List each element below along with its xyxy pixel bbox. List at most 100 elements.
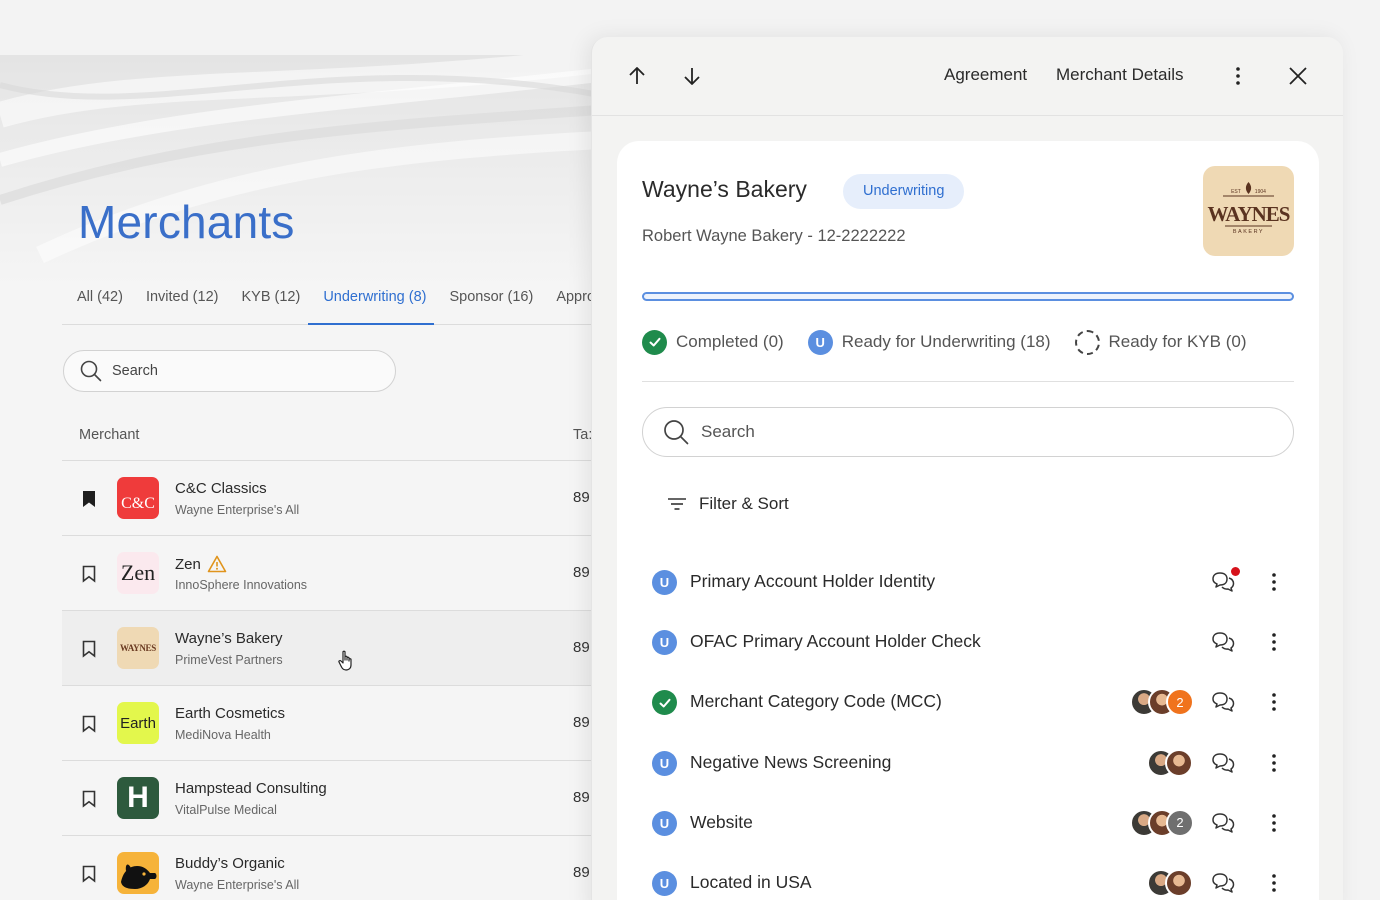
table-row[interactable]: C&C C&C Classics Wayne Enterprise's All … <box>62 461 600 536</box>
merchant-partner: Wayne Enterprise's All <box>175 503 300 517</box>
tax-id: 89 <box>573 489 590 506</box>
list-item[interactable]: Merchant Category Code (MCC) 2 <box>642 672 1294 732</box>
merchant-title: Wayne’s Bakery <box>642 176 807 202</box>
search-placeholder: Search <box>701 422 755 441</box>
status-ready-underwriting[interactable]: U Ready for Underwriting (18) <box>807 329 1051 355</box>
bookmark-icon[interactable] <box>81 790 97 808</box>
more-vertical-icon[interactable] <box>1262 811 1286 835</box>
tax-id: 89 <box>573 789 590 806</box>
bookmark-icon[interactable] <box>81 640 97 658</box>
table-header: Merchant Ta: <box>62 415 600 461</box>
check-circle-icon <box>642 329 667 355</box>
merchant-search-input[interactable]: Search <box>63 350 396 392</box>
check-label: Merchant Category Code (MCC) <box>690 691 942 712</box>
bookmark-icon[interactable] <box>81 865 97 883</box>
search-icon <box>664 420 689 445</box>
merchant-detail-drawer: Agreement Merchant Details Wayne’s Baker… <box>591 37 1343 900</box>
assignee-avatars[interactable]: 2 <box>1130 808 1194 839</box>
assignee-avatars[interactable] <box>1147 748 1193 779</box>
bookmark-icon[interactable] <box>81 715 97 733</box>
tab-invited[interactable]: Invited (12) <box>131 281 227 325</box>
check-label: OFAC Primary Account Holder Check <box>690 631 981 652</box>
more-vertical-icon[interactable] <box>1262 630 1286 654</box>
underwriting-badge-icon: U <box>652 570 677 595</box>
more-vertical-icon[interactable] <box>1226 64 1250 88</box>
unread-notification-dot <box>1231 567 1240 576</box>
merchant-name: Earth Cosmetics <box>175 705 286 722</box>
list-item[interactable]: U Primary Account Holder Identity <box>642 552 1294 612</box>
tab-all[interactable]: All (42) <box>62 281 131 325</box>
svg-text:BAKERY: BAKERY <box>1233 229 1264 235</box>
agreement-link[interactable]: Agreement <box>944 65 1027 85</box>
merchant-name: Hampstead Consulting <box>175 780 327 797</box>
check-label: Website <box>690 811 753 832</box>
tab-kyb[interactable]: KYB (12) <box>226 281 308 325</box>
more-vertical-icon[interactable] <box>1262 871 1286 895</box>
warning-icon <box>207 555 227 573</box>
merchant-name: Buddy’s Organic <box>175 855 285 872</box>
table-row[interactable]: Buddy’s Organic Wayne Enterprise's All 8… <box>62 836 600 900</box>
tax-id: 89 <box>573 639 590 656</box>
avatar <box>1165 748 1193 777</box>
underwriting-badge-icon: U <box>652 810 677 836</box>
merchant-details-link[interactable]: Merchant Details <box>1056 65 1184 85</box>
status-completed[interactable]: Completed (0) <box>642 329 784 355</box>
more-vertical-icon[interactable] <box>1262 570 1286 594</box>
column-tax-id[interactable]: Ta: <box>573 427 592 443</box>
merchant-card: Wayne’s Bakery Underwriting Robert Wayne… <box>617 141 1319 900</box>
table-row[interactable]: Earth Earth Cosmetics MediNova Health 89 <box>62 686 600 761</box>
merchant-partner: InnoSphere Innovations <box>175 578 308 592</box>
merchant-partner: VitalPulse Medical <box>175 803 277 817</box>
list-item[interactable]: U Website 2 <box>642 793 1294 853</box>
tax-id: 89 <box>573 864 590 881</box>
search-placeholder: Search <box>112 363 158 379</box>
status-ready-kyb[interactable]: Ready for KYB (0) <box>1074 329 1246 355</box>
table-row[interactable]: H Hampstead Consulting VitalPulse Medica… <box>62 761 600 836</box>
list-item[interactable]: U Located in USA <box>642 853 1294 900</box>
status-summary: Completed (0) U Ready for Underwriting (… <box>642 327 1294 357</box>
merchant-name: Wayne’s Bakery <box>175 630 283 647</box>
merchant-partner: PrimeVest Partners <box>175 653 283 667</box>
comments-icon[interactable] <box>1210 871 1236 895</box>
list-item[interactable]: U Negative News Screening <box>642 733 1294 793</box>
underwriting-badge-icon: U <box>652 870 677 896</box>
avatar <box>1165 868 1193 897</box>
comments-icon[interactable] <box>1210 751 1236 775</box>
filter-sort-button[interactable]: Filter & Sort <box>667 494 789 514</box>
checks-search-input[interactable]: Search <box>642 407 1294 457</box>
table-row[interactable]: Zen Zen InnoSphere Innovations 89 <box>62 536 600 611</box>
check-label: Located in USA <box>690 871 812 892</box>
bookmark-filled-icon[interactable] <box>81 490 97 508</box>
underwriting-progress-bar <box>642 292 1294 301</box>
assignee-avatars[interactable] <box>1147 868 1193 899</box>
page-title: Merchants <box>78 196 295 248</box>
dog-icon <box>121 864 157 889</box>
comments-icon[interactable] <box>1210 630 1236 654</box>
more-vertical-icon[interactable] <box>1262 690 1286 714</box>
tax-id: 89 <box>573 564 590 581</box>
avatar-overflow-count: 2 <box>1166 688 1194 717</box>
bookmark-icon[interactable] <box>81 565 97 583</box>
assignee-avatars[interactable]: 2 <box>1130 688 1194 718</box>
arrow-up-icon[interactable] <box>625 64 649 88</box>
table-row[interactable]: WAYNES Wayne’s Bakery PrimeVest Partners… <box>62 611 600 686</box>
tab-underwriting[interactable]: Underwriting (8) <box>308 281 435 325</box>
merchant-legal-name: Robert Wayne Bakery - 12-2222222 <box>642 227 906 245</box>
merchants-panel: Merchants All (42) Invited (12) KYB (12)… <box>0 55 600 900</box>
merchant-list: C&C C&C Classics Wayne Enterprise's All … <box>62 461 600 900</box>
comments-icon[interactable] <box>1210 690 1236 714</box>
comments-icon[interactable] <box>1210 811 1236 835</box>
filter-icon <box>668 498 686 510</box>
merchant-logo: Earth <box>117 702 159 744</box>
underwriting-badge-icon: U <box>807 329 833 355</box>
merchant-logo: C&C <box>117 477 159 519</box>
svg-text:WAYNES: WAYNES <box>1208 202 1290 226</box>
close-icon[interactable] <box>1286 64 1310 88</box>
tab-sponsor[interactable]: Sponsor (16) <box>434 281 541 325</box>
column-merchant[interactable]: Merchant <box>79 427 139 443</box>
list-item[interactable]: U OFAC Primary Account Holder Check <box>642 612 1294 672</box>
arrow-down-icon[interactable] <box>680 64 704 88</box>
more-vertical-icon[interactable] <box>1262 751 1286 775</box>
check-label: Negative News Screening <box>690 751 892 772</box>
check-label: Primary Account Holder Identity <box>690 571 936 591</box>
